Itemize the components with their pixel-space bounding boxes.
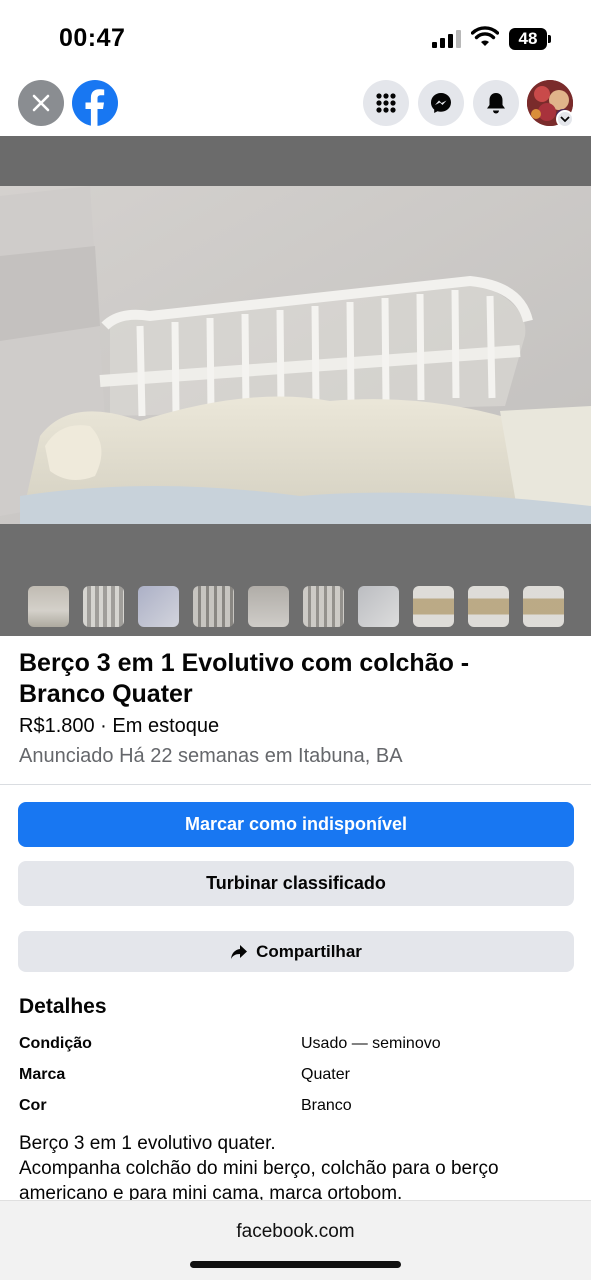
close-icon bbox=[32, 94, 50, 112]
detail-label: Marca bbox=[19, 1066, 66, 1083]
listing-price: R$1.800 · Em estoque bbox=[19, 715, 220, 737]
menu-button[interactable] bbox=[363, 80, 409, 126]
thumbnail[interactable] bbox=[303, 586, 344, 627]
thumbnail[interactable] bbox=[413, 586, 454, 627]
wifi-icon bbox=[471, 26, 499, 46]
facebook-logo-icon[interactable] bbox=[72, 80, 118, 126]
thumbnail[interactable] bbox=[468, 586, 509, 627]
battery-level: 48 bbox=[518, 29, 538, 48]
notifications-button[interactable] bbox=[473, 80, 519, 126]
thumbnail[interactable] bbox=[248, 586, 289, 627]
share-icon bbox=[231, 944, 248, 959]
detail-value: Quater bbox=[301, 1066, 350, 1083]
status-bar: 00:47 48 bbox=[0, 0, 591, 76]
thumbnail[interactable] bbox=[193, 586, 234, 627]
cellular-signal-icon bbox=[432, 30, 462, 48]
thumbnail[interactable] bbox=[83, 586, 124, 627]
thumbnail[interactable] bbox=[138, 586, 179, 627]
listing-description: Berço 3 em 1 evolutivo quater. Acompanha… bbox=[19, 1131, 574, 1206]
thumbnail-strip bbox=[28, 586, 564, 627]
details-heading: Detalhes bbox=[19, 995, 107, 1018]
share-button[interactable]: Compartilhar bbox=[18, 931, 574, 972]
status-time: 00:47 bbox=[59, 24, 126, 52]
browser-bottom-bar: facebook.com bbox=[0, 1200, 591, 1280]
listing-title: Berço 3 em 1 Evolutivo com colchão - Bra… bbox=[19, 649, 470, 708]
detail-label: Cor bbox=[19, 1097, 47, 1114]
detail-value: Branco bbox=[301, 1097, 352, 1114]
thumbnail[interactable] bbox=[358, 586, 399, 627]
description-line: Acompanha colchão do mini berço, colchão… bbox=[19, 1158, 499, 1204]
close-button[interactable] bbox=[18, 80, 64, 126]
address-bar[interactable]: facebook.com bbox=[0, 1221, 591, 1243]
description-line: Berço 3 em 1 evolutivo quater. bbox=[19, 1133, 276, 1154]
bell-icon bbox=[487, 93, 505, 114]
crib-photo-image bbox=[0, 136, 591, 636]
listing-photo[interactable] bbox=[0, 136, 591, 636]
mark-unavailable-button[interactable]: Marcar como indisponível bbox=[18, 802, 574, 847]
boost-listing-button[interactable]: Turbinar classificado bbox=[18, 861, 574, 906]
messenger-button[interactable] bbox=[418, 80, 464, 126]
thumbnail[interactable] bbox=[28, 586, 69, 627]
battery-icon: 48 bbox=[509, 28, 551, 50]
home-indicator[interactable] bbox=[190, 1261, 401, 1268]
messenger-icon bbox=[431, 93, 451, 113]
thumbnail[interactable] bbox=[523, 586, 564, 627]
detail-label: Condição bbox=[19, 1035, 92, 1052]
share-button-label: Compartilhar bbox=[256, 941, 362, 961]
listing-date-location: Anunciado Há 22 semanas em Itabuna, BA bbox=[19, 745, 403, 767]
detail-value: Usado — seminovo bbox=[301, 1035, 441, 1052]
app-header bbox=[0, 76, 591, 134]
chevron-down-icon[interactable] bbox=[556, 110, 574, 128]
grid-menu-icon bbox=[376, 93, 396, 113]
divider bbox=[0, 784, 591, 785]
